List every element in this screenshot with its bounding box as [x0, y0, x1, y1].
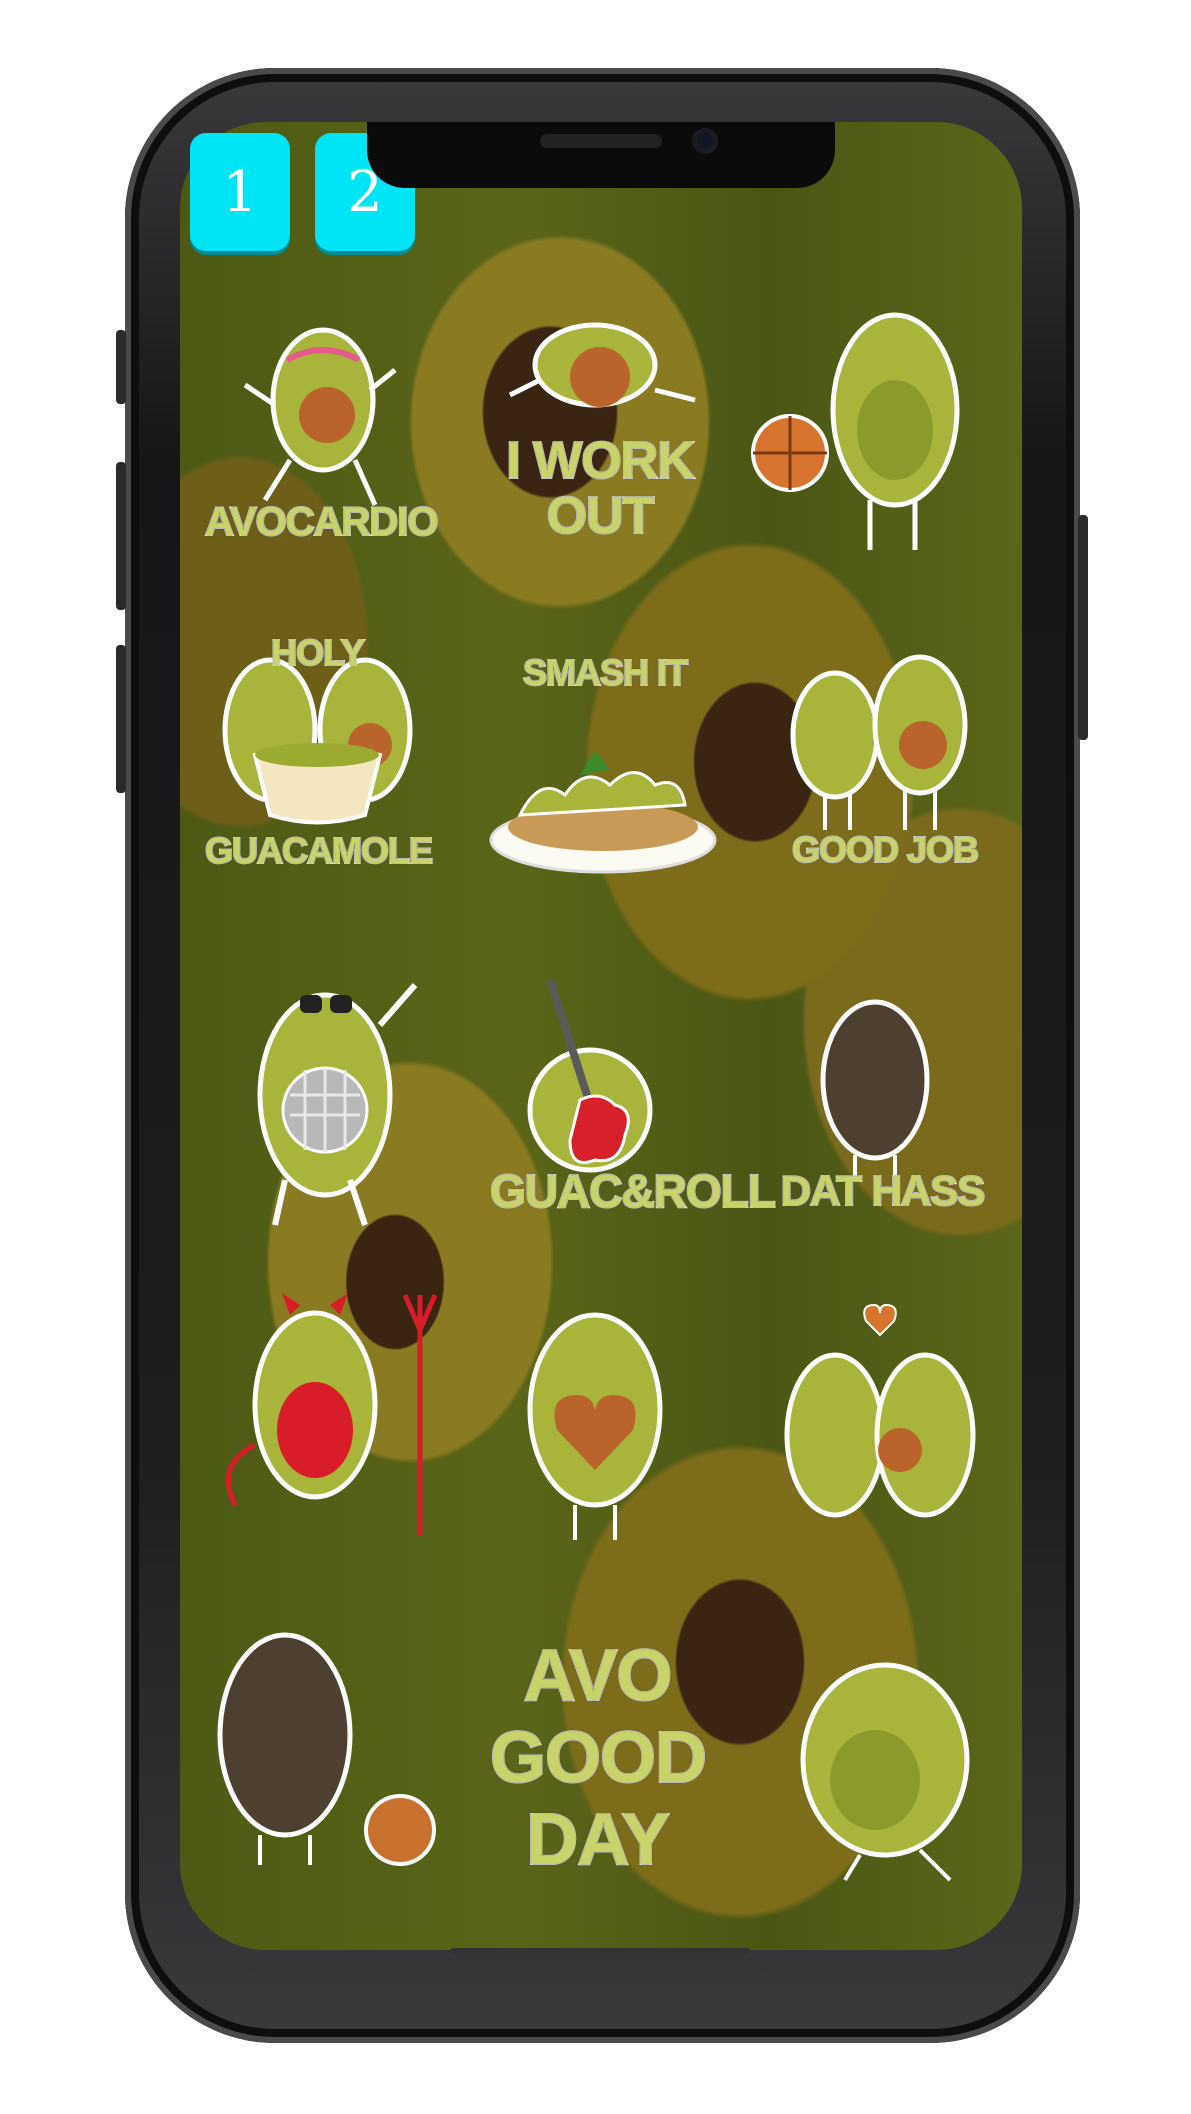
disco-ball-avocado-illustration	[257, 983, 418, 1226]
devil-avocado-illustration	[225, 1293, 438, 1535]
page-1-button[interactable]: 1	[190, 133, 290, 251]
sticker-caption-line2: OUT	[546, 487, 656, 545]
sticker-disco-avocado[interactable]	[230, 965, 430, 1235]
home-indicator[interactable]	[450, 1948, 750, 1954]
sticker-dark-avocado-with-pit[interactable]	[210, 1620, 440, 1880]
sticker-shy-avocado[interactable]	[790, 1655, 990, 1885]
sticker-heart-avocado[interactable]	[520, 1305, 670, 1545]
shy-avocado-illustration	[800, 1662, 970, 1882]
sticker-smash-it[interactable]: SMASH IT	[485, 654, 725, 880]
sticker-holy-guacamole[interactable]: HOLY GUACAMOLE	[204, 632, 434, 875]
sticker-caption-top: HOLY	[270, 632, 366, 673]
sticker-caption-line1: AVO	[523, 1636, 674, 1716]
volume-down-button	[116, 645, 126, 793]
sticker-caption: GUACAMOLE	[204, 830, 434, 871]
sticker-caption: DAT HASS	[780, 1167, 987, 1214]
earpiece-speaker	[540, 134, 662, 148]
sticker-avo-good-day[interactable]: AVO GOOD DAY	[489, 1636, 708, 1890]
basketball-avocado-illustration	[751, 312, 960, 550]
sticker-i-work-out[interactable]: I WORK OUT	[490, 305, 710, 555]
sticker-devil-avocado[interactable]	[215, 1285, 455, 1545]
sticker-caption: GOOD JOB	[791, 829, 980, 870]
heart-avocado-illustration	[527, 1312, 663, 1540]
sticker-guac-and-roll[interactable]: GUAC&ROLL	[489, 978, 777, 1225]
sticker-avocardio[interactable]: AVOCARDIO	[204, 310, 439, 550]
front-camera	[692, 128, 718, 154]
sticker-avocado-couple[interactable]	[780, 1295, 980, 1540]
volume-up-button	[116, 462, 126, 610]
sticker-caption-line2: GOOD	[489, 1718, 708, 1798]
power-button	[1078, 515, 1088, 740]
mute-switch	[116, 330, 126, 404]
sticker-good-job[interactable]: GOOD JOB	[785, 650, 985, 880]
dark-avocado-pit-illustration	[217, 1632, 436, 1866]
sticker-dat-hass[interactable]: DAT HASS	[775, 995, 990, 1225]
sticker-caption: GUAC&ROLL	[489, 1165, 777, 1217]
smashed-avocado-toast-illustration	[489, 750, 717, 874]
sticker-caption: AVOCARDIO	[204, 500, 439, 544]
sticker-caption-line3: DAY	[525, 1800, 670, 1880]
notch	[367, 122, 835, 188]
sticker-basketball-avocado[interactable]	[745, 295, 975, 565]
avocado-couple-illustration	[784, 1303, 976, 1518]
sticker-caption-line1: I WORK	[505, 432, 696, 490]
